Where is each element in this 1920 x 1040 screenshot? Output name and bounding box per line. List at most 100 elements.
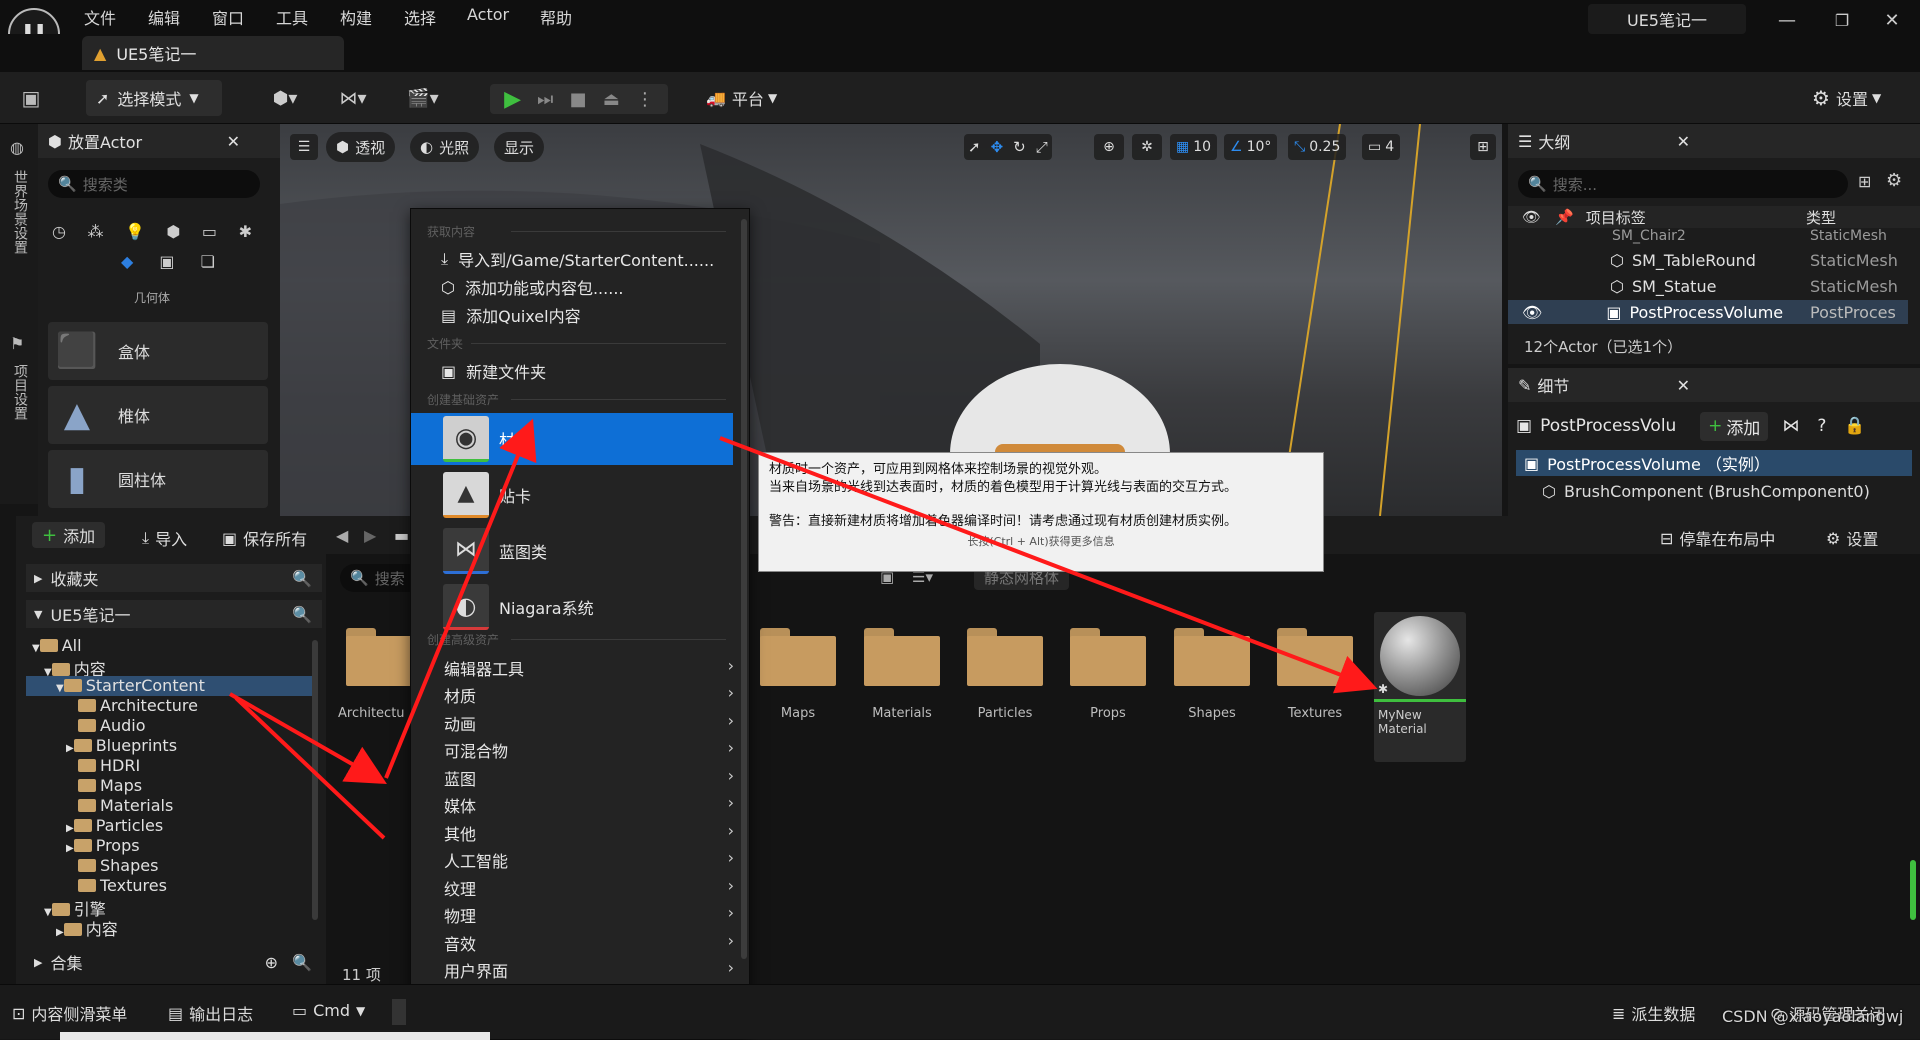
cb-settings-button[interactable]: ⚙ 设置 xyxy=(1826,526,1878,550)
place-cylinder-item[interactable]: ▮ 圆柱体 xyxy=(48,450,268,508)
menu-help[interactable]: 帮助 xyxy=(540,5,572,29)
tree-scrollbar[interactable] xyxy=(312,640,318,920)
cinematics-icon[interactable]: 🎬▾ xyxy=(400,86,446,110)
col-type[interactable]: 类型 xyxy=(1806,207,1836,228)
folder-tile-materials[interactable] xyxy=(864,628,940,686)
menu-niagara[interactable]: ◐ Niagara系统 xyxy=(411,581,733,633)
tree-item-engine-content[interactable]: ▶ 内容 xyxy=(56,916,356,939)
tree-item-engine[interactable]: ▼ 引擎 xyxy=(44,896,344,919)
menu-scrollbar[interactable] xyxy=(741,219,747,959)
platform-button[interactable]: 🚚 平台 ▼ xyxy=(706,86,777,110)
submenu-blueprint[interactable]: 蓝图 › xyxy=(444,766,734,790)
cmd-button[interactable]: ▭ Cmd ▼ xyxy=(292,1001,365,1020)
favorites-header[interactable]: ▶ 收藏夹 🔍 xyxy=(26,564,322,592)
tree-item-all[interactable]: ▼ All xyxy=(32,636,332,656)
surface-snap-icon[interactable]: ✲ xyxy=(1132,134,1162,160)
menu-file[interactable]: 文件 xyxy=(84,5,116,29)
menu-add-feature[interactable]: ⬡ 添加功能或内容包...... xyxy=(441,275,624,299)
submenu-user-interface[interactable]: 用户界面 › xyxy=(444,958,734,982)
add-folder-icon[interactable]: ⊞ xyxy=(1858,172,1871,191)
gear-icon[interactable]: ⚙ xyxy=(1886,170,1902,191)
scale-tool-icon[interactable]: ⤢ xyxy=(1036,138,1048,156)
close-icon[interactable]: ✕ xyxy=(227,132,240,151)
submenu-ai[interactable]: 人工智能 › xyxy=(444,848,734,872)
level-tab[interactable]: ▲ UE5笔记一 xyxy=(82,36,344,70)
tree-item[interactable]: ▶ Props xyxy=(66,836,366,856)
add-actor-icon[interactable]: ⬢▾ xyxy=(262,86,308,110)
hamburger-menu-icon[interactable]: ☰ xyxy=(290,134,318,160)
tree-item[interactable]: ▶ Blueprints xyxy=(66,736,366,756)
submenu-sounds[interactable]: 音效 › xyxy=(444,931,734,955)
outliner-search[interactable]: 🔍 搜索... xyxy=(1518,170,1848,198)
console-input[interactable] xyxy=(392,999,406,1025)
outliner-row-selected[interactable]: 👁 ▣ PostProcessVolume PostProces xyxy=(1508,300,1908,324)
rotate-tool-icon[interactable]: ↻ xyxy=(1013,138,1026,156)
component-row[interactable]: ⬡ BrushComponent (BrushComponent0) xyxy=(1542,478,1912,504)
place-actor-search[interactable]: 🔍 搜索类 xyxy=(48,170,260,198)
select-tool-icon[interactable]: ➚ xyxy=(968,138,981,156)
visual-effects-icon[interactable]: ✱ xyxy=(239,222,252,241)
folder-tile-textures[interactable] xyxy=(1277,628,1353,686)
volumes-icon[interactable]: ▣ xyxy=(159,252,174,271)
search-icon[interactable]: 🔍 xyxy=(292,953,312,972)
scale-snap-button[interactable]: ⤡ 0.25 xyxy=(1288,134,1347,160)
help-icon[interactable]: ? xyxy=(1817,416,1826,436)
tree-item[interactable]: ▶ Particles xyxy=(66,816,366,836)
menu-window[interactable]: 窗口 xyxy=(212,5,244,29)
search-icon[interactable]: 🔍 xyxy=(292,569,312,588)
menu-build[interactable]: 构建 xyxy=(340,5,372,29)
derived-data-button[interactable]: ≣ 派生数据 xyxy=(1612,1001,1695,1025)
outliner-row[interactable]: ⬡ SM_Statue StaticMesh xyxy=(1508,274,1920,298)
settings-button[interactable]: ⚙ 设置 ▼ xyxy=(1812,86,1881,110)
asset-tile-mynew-material[interactable]: ✱ MyNew Material xyxy=(1374,612,1466,762)
step-icon[interactable]: ⏭ xyxy=(537,89,553,110)
asset-view-scrollbar[interactable] xyxy=(1910,860,1916,920)
col-label[interactable]: 项目标签 xyxy=(1586,207,1646,228)
menu-actor[interactable]: Actor xyxy=(467,5,509,24)
place-cone-item[interactable]: ▲ 椎体 xyxy=(48,386,268,444)
save-icon[interactable]: ▣ xyxy=(18,86,44,110)
tree-item-content[interactable]: ▼ 内容 xyxy=(44,656,344,679)
submenu-other[interactable]: 其他 › xyxy=(444,821,734,845)
perspective-button[interactable]: ⬢ 透视 xyxy=(326,132,396,162)
select-mode-button[interactable]: ➚ 选择模式 ▼ xyxy=(86,80,222,116)
folder-tile-maps[interactable] xyxy=(760,628,836,686)
project-settings-tab[interactable]: 项目设置 xyxy=(10,364,30,420)
add-collection-icon[interactable]: ⊕ xyxy=(265,953,278,972)
submenu-material[interactable]: 材质 › xyxy=(444,683,734,707)
stop-icon[interactable]: ■ xyxy=(570,89,587,110)
basic-icon[interactable]: ⁂ xyxy=(87,222,103,241)
visibility-icon[interactable]: 👁 xyxy=(1522,303,1542,322)
import-button[interactable]: ⤓ 导入 xyxy=(142,526,187,550)
restore-icon[interactable]: ❐ xyxy=(1830,8,1854,32)
viewport-layout-icon[interactable]: ⊞ xyxy=(1470,134,1496,160)
submenu-animation[interactable]: 动画 › xyxy=(444,711,734,735)
all-classes-icon[interactable]: ❏ xyxy=(201,252,215,271)
eject-icon[interactable]: ⏏ xyxy=(603,89,620,110)
forward-icon[interactable]: ▶ xyxy=(364,526,376,545)
place-box-item[interactable]: ⬛ 盒体 xyxy=(48,322,268,380)
component-root-row[interactable]: ▣ PostProcessVolume （实例） xyxy=(1516,450,1912,476)
outliner-row[interactable]: ⬡ SM_TableRound StaticMesh xyxy=(1508,248,1920,272)
rotation-snap-button[interactable]: ∠ 10° xyxy=(1224,134,1278,160)
lights-icon[interactable]: 💡 xyxy=(125,222,145,241)
lighting-button[interactable]: ◐ 光照 xyxy=(410,132,480,162)
lock-icon[interactable]: 🔒 xyxy=(1844,416,1865,436)
outliner-row[interactable]: SM_Chair2 StaticMesh xyxy=(1508,228,1920,244)
camera-speed-button[interactable]: ▭ 4 xyxy=(1362,134,1401,160)
recent-icon[interactable]: ◷ xyxy=(52,222,66,241)
minimize-icon[interactable]: — xyxy=(1775,8,1799,32)
menu-tools[interactable]: 工具 xyxy=(276,5,308,29)
close-window-icon[interactable]: ✕ xyxy=(1880,8,1904,32)
project-header[interactable]: ▼ UE5笔记一 🔍 xyxy=(26,600,322,628)
submenu-blendables[interactable]: 可混合物 › xyxy=(444,738,734,762)
geometry-icon[interactable]: ◆ xyxy=(121,252,133,271)
menu-select[interactable]: 选择 xyxy=(404,5,436,29)
search-icon[interactable]: 🔍 xyxy=(292,605,312,624)
folder-icon[interactable]: ▬ xyxy=(394,526,409,545)
content-drawer-button[interactable]: ⊡ 内容侧滑菜单 xyxy=(12,1001,127,1025)
more-options-icon[interactable]: ⋮ xyxy=(636,89,654,110)
world-settings-tab[interactable]: 世界场景设置 xyxy=(10,170,30,254)
submenu-physics[interactable]: 物理 › xyxy=(444,903,734,927)
translate-tool-icon[interactable]: ✥ xyxy=(991,138,1004,156)
